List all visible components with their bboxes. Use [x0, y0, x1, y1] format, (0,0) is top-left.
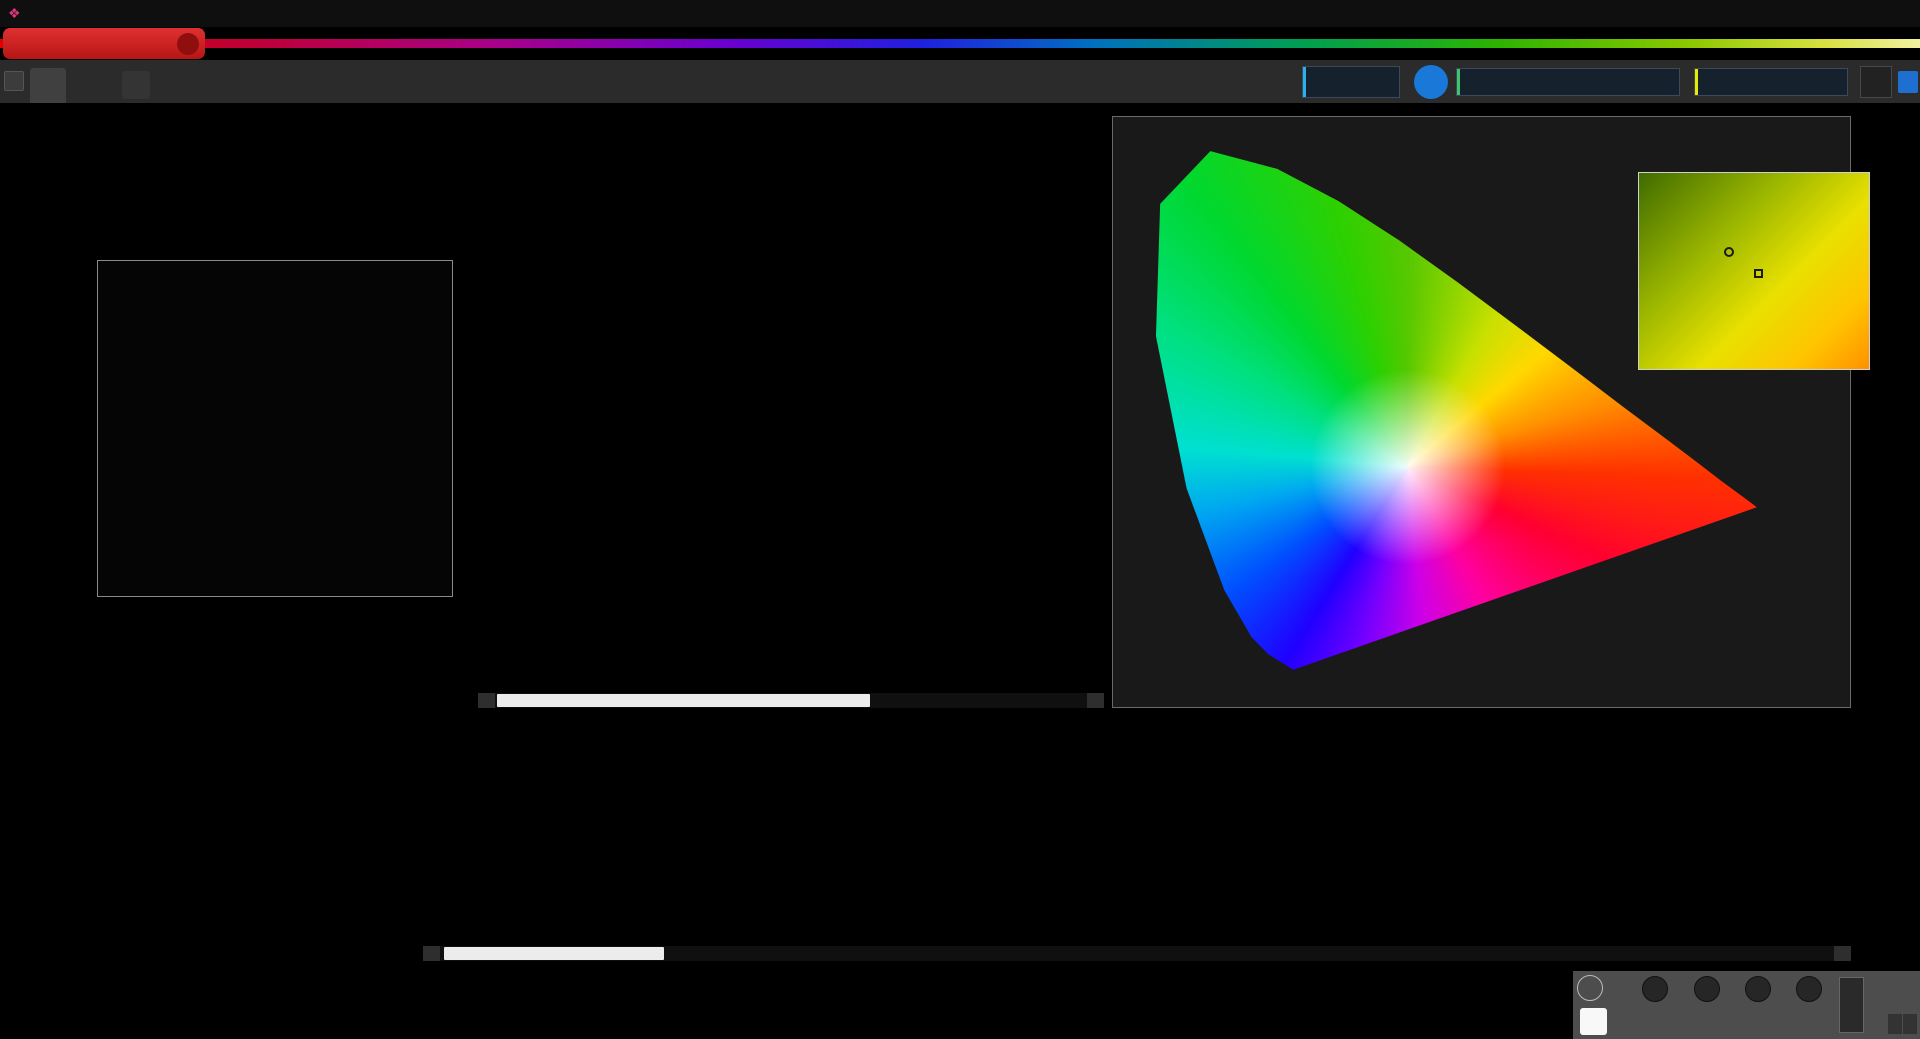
cie-panel [1112, 116, 1851, 708]
tab-history-1[interactable] [30, 68, 66, 103]
rainbow-gradient-strip [0, 39, 1920, 48]
pattern-palette [0, 971, 1573, 1039]
controls-panel [1573, 971, 1920, 1039]
meter-select-button[interactable] [1302, 66, 1400, 98]
swatch-strip [478, 516, 1104, 712]
panel-toggle-button[interactable] [1898, 71, 1918, 93]
scroll-right-icon[interactable] [1087, 693, 1104, 708]
calman-logo-button[interactable] [3, 28, 205, 59]
stop-button[interactable] [1642, 976, 1668, 1002]
next-button[interactable] [1800, 1011, 1808, 1037]
workflow-scroll-arrows [1888, 1014, 1917, 1034]
table-scroll-thumb[interactable] [444, 947, 664, 960]
pattern-accent-bar [1457, 69, 1460, 95]
pattern-window-preview[interactable] [1580, 1008, 1607, 1035]
cie-zoom-inset [1638, 172, 1870, 370]
swatch-scroll-track[interactable] [495, 693, 1087, 708]
scroll-right-icon[interactable] [1834, 946, 1851, 961]
tab-bar [0, 60, 1920, 103]
swatch-scroll-thumb[interactable] [497, 694, 870, 707]
deltae-bars [98, 261, 452, 596]
table-scrollbar[interactable] [423, 946, 1851, 961]
swatch-scrollbar[interactable] [478, 693, 1104, 708]
scroll-left-icon[interactable] [478, 693, 495, 708]
play-button[interactable] [1694, 976, 1720, 1002]
maximize-button[interactable] [1828, 0, 1874, 27]
logo-dropdown-icon[interactable] [177, 33, 199, 55]
save-button[interactable] [1745, 976, 1771, 1002]
scroll-left-icon[interactable] [1888, 1014, 1902, 1034]
title-bar: ❖ [0, 0, 1920, 27]
calman-app-window: ❖ [0, 0, 1920, 1039]
cie-y-axis [1117, 135, 1145, 673]
display-accent-bar [1695, 69, 1698, 95]
inset-measured-point [1724, 247, 1734, 257]
cie-x-axis [1149, 679, 1846, 695]
luminance-badge[interactable] [1414, 65, 1448, 99]
pattern-generator-button[interactable] [1456, 68, 1680, 96]
settings-gear-button[interactable] [1860, 66, 1892, 98]
scroll-updown-button[interactable] [1839, 977, 1864, 1033]
link-button[interactable] [1796, 976, 1822, 1002]
collapse-button[interactable] [1577, 975, 1603, 1001]
meter-accent-bar [1303, 67, 1306, 97]
inset-target-point [1754, 269, 1763, 278]
layout-expander-button[interactable] [4, 71, 24, 91]
delta-charts [456, 122, 1104, 522]
app-icon: ❖ [8, 5, 21, 22]
close-button[interactable] [1874, 0, 1920, 27]
cie-plot [1149, 135, 1846, 673]
scroll-left-icon[interactable] [423, 946, 440, 961]
scroll-right-icon[interactable] [1903, 1014, 1917, 1034]
deltae-x-axis [97, 602, 453, 620]
back-button[interactable] [1650, 1011, 1658, 1037]
display-control-button[interactable] [1694, 68, 1848, 96]
deltae-chart [97, 260, 453, 597]
add-tab-button[interactable] [122, 71, 150, 99]
window-controls [1782, 0, 1920, 27]
minimize-button[interactable] [1782, 0, 1828, 27]
brand-bar [0, 27, 1920, 60]
table-scroll-track[interactable] [440, 946, 1834, 961]
